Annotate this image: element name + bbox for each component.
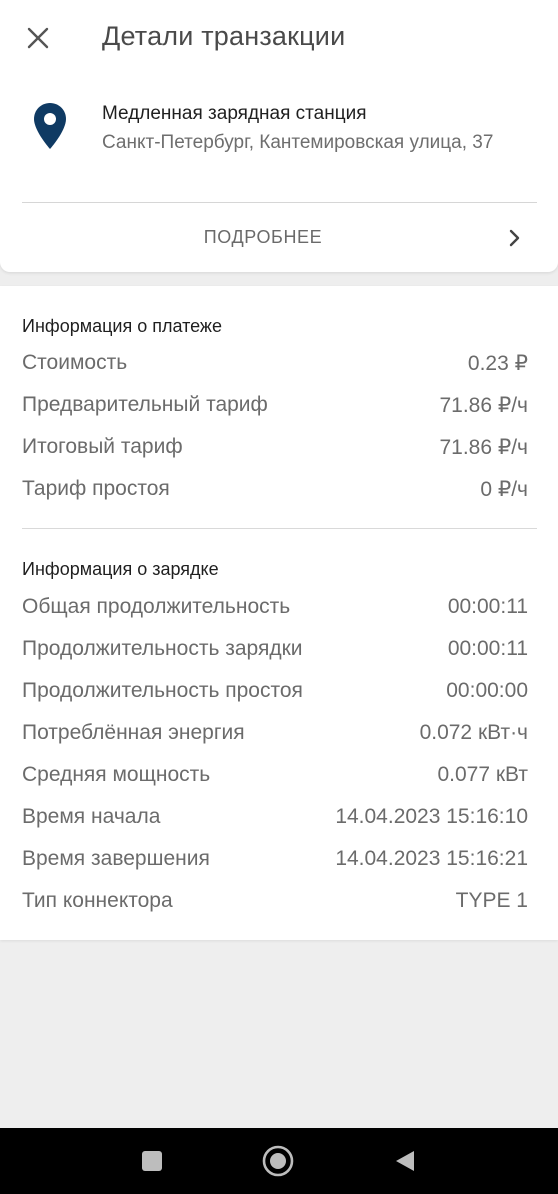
charging-row-avg-power: Средняя мощность 0.077 кВт <box>22 763 528 795</box>
row-label: Потреблённая энергия <box>22 721 245 744</box>
row-label: Средняя мощность <box>22 763 211 786</box>
row-label: Время начала <box>22 805 161 828</box>
charging-row-charging-duration: Продолжительность зарядки 00:00:11 <box>22 637 528 669</box>
station-card: Детали транзакции Медленная зарядная ста… <box>0 0 558 272</box>
station-name: Медленная зарядная станция <box>102 103 367 124</box>
row-label: Тип коннектора <box>22 889 173 912</box>
row-label: Продолжительность зарядки <box>22 637 303 660</box>
row-label: Итоговый тариф <box>22 435 183 458</box>
row-value: 0.23 ₽ <box>467 352 528 375</box>
row-value: 00:00:11 <box>447 595 528 618</box>
station-address: Санкт-Петербург, Кантемировская улица, 3… <box>102 132 494 153</box>
row-label: Продолжительность простоя <box>22 679 303 702</box>
station-location: Медленная зарядная станция Санкт-Петербу… <box>0 95 558 165</box>
location-pin-icon <box>34 103 66 149</box>
payment-row-cost: Стоимость 0.23 ₽ <box>22 351 528 383</box>
back-triangle-icon[interactable] <box>394 1149 416 1173</box>
row-value: 00:00:00 <box>446 679 528 702</box>
row-label: Тариф простоя <box>22 477 170 500</box>
system-navigation-bar <box>0 1128 558 1194</box>
row-value: TYPE 1 <box>455 889 528 912</box>
row-label: Общая продолжительность <box>22 595 291 618</box>
row-value: 14.04.2023 15:16:10 <box>335 805 528 828</box>
charging-row-start-time: Время начала 14.04.2023 15:16:10 <box>22 805 528 837</box>
row-value: 00:00:11 <box>447 637 528 660</box>
row-label: Предварительный тариф <box>22 393 268 416</box>
page-title: Детали транзакции <box>102 21 346 51</box>
chevron-right-icon <box>509 229 520 247</box>
row-value: 71.86 ₽/ч <box>439 394 528 417</box>
charging-row-connector-type: Тип коннектора TYPE 1 <box>22 889 528 921</box>
charging-row-energy: Потреблённая энергия 0.072 кВт·ч <box>22 721 528 753</box>
row-value: 71.86 ₽/ч <box>439 436 528 459</box>
recents-square-icon[interactable] <box>141 1150 163 1172</box>
payment-section-title: Информация о платеже <box>22 316 222 336</box>
row-label: Стоимость <box>22 351 128 374</box>
row-value: 14.04.2023 15:16:21 <box>335 847 528 870</box>
close-button[interactable] <box>18 18 58 58</box>
row-value: 0.072 кВт·ч <box>419 721 528 744</box>
divider <box>22 528 537 529</box>
close-icon <box>27 27 49 49</box>
charging-row-total-duration: Общая продолжительность 00:00:11 <box>22 595 528 627</box>
row-value: 0 ₽/ч <box>480 478 528 501</box>
payment-row-preliminary-tariff: Предварительный тариф 71.86 ₽/ч <box>22 393 528 425</box>
more-details-label: ПОДРОБНЕЕ <box>203 227 323 247</box>
transaction-details-screen: Детали транзакции Медленная зарядная ста… <box>0 0 558 1194</box>
transaction-info-card: Информация о платеже Стоимость 0.23 ₽ Пр… <box>0 286 558 940</box>
payment-row-final-tariff: Итоговый тариф 71.86 ₽/ч <box>22 435 528 467</box>
charging-section-title: Информация о зарядке <box>22 559 219 579</box>
home-circle-icon[interactable] <box>262 1145 294 1177</box>
charging-row-end-time: Время завершения 14.04.2023 15:16:21 <box>22 847 528 879</box>
row-label: Время завершения <box>22 847 210 870</box>
payment-row-idle-tariff: Тариф простоя 0 ₽/ч <box>22 477 528 509</box>
more-details-button[interactable]: ПОДРОБНЕЕ <box>0 203 558 272</box>
app-header: Детали транзакции <box>0 0 558 80</box>
row-value: 0.077 кВт <box>437 763 528 786</box>
charging-row-idle-duration: Продолжительность простоя 00:00:00 <box>22 679 528 711</box>
